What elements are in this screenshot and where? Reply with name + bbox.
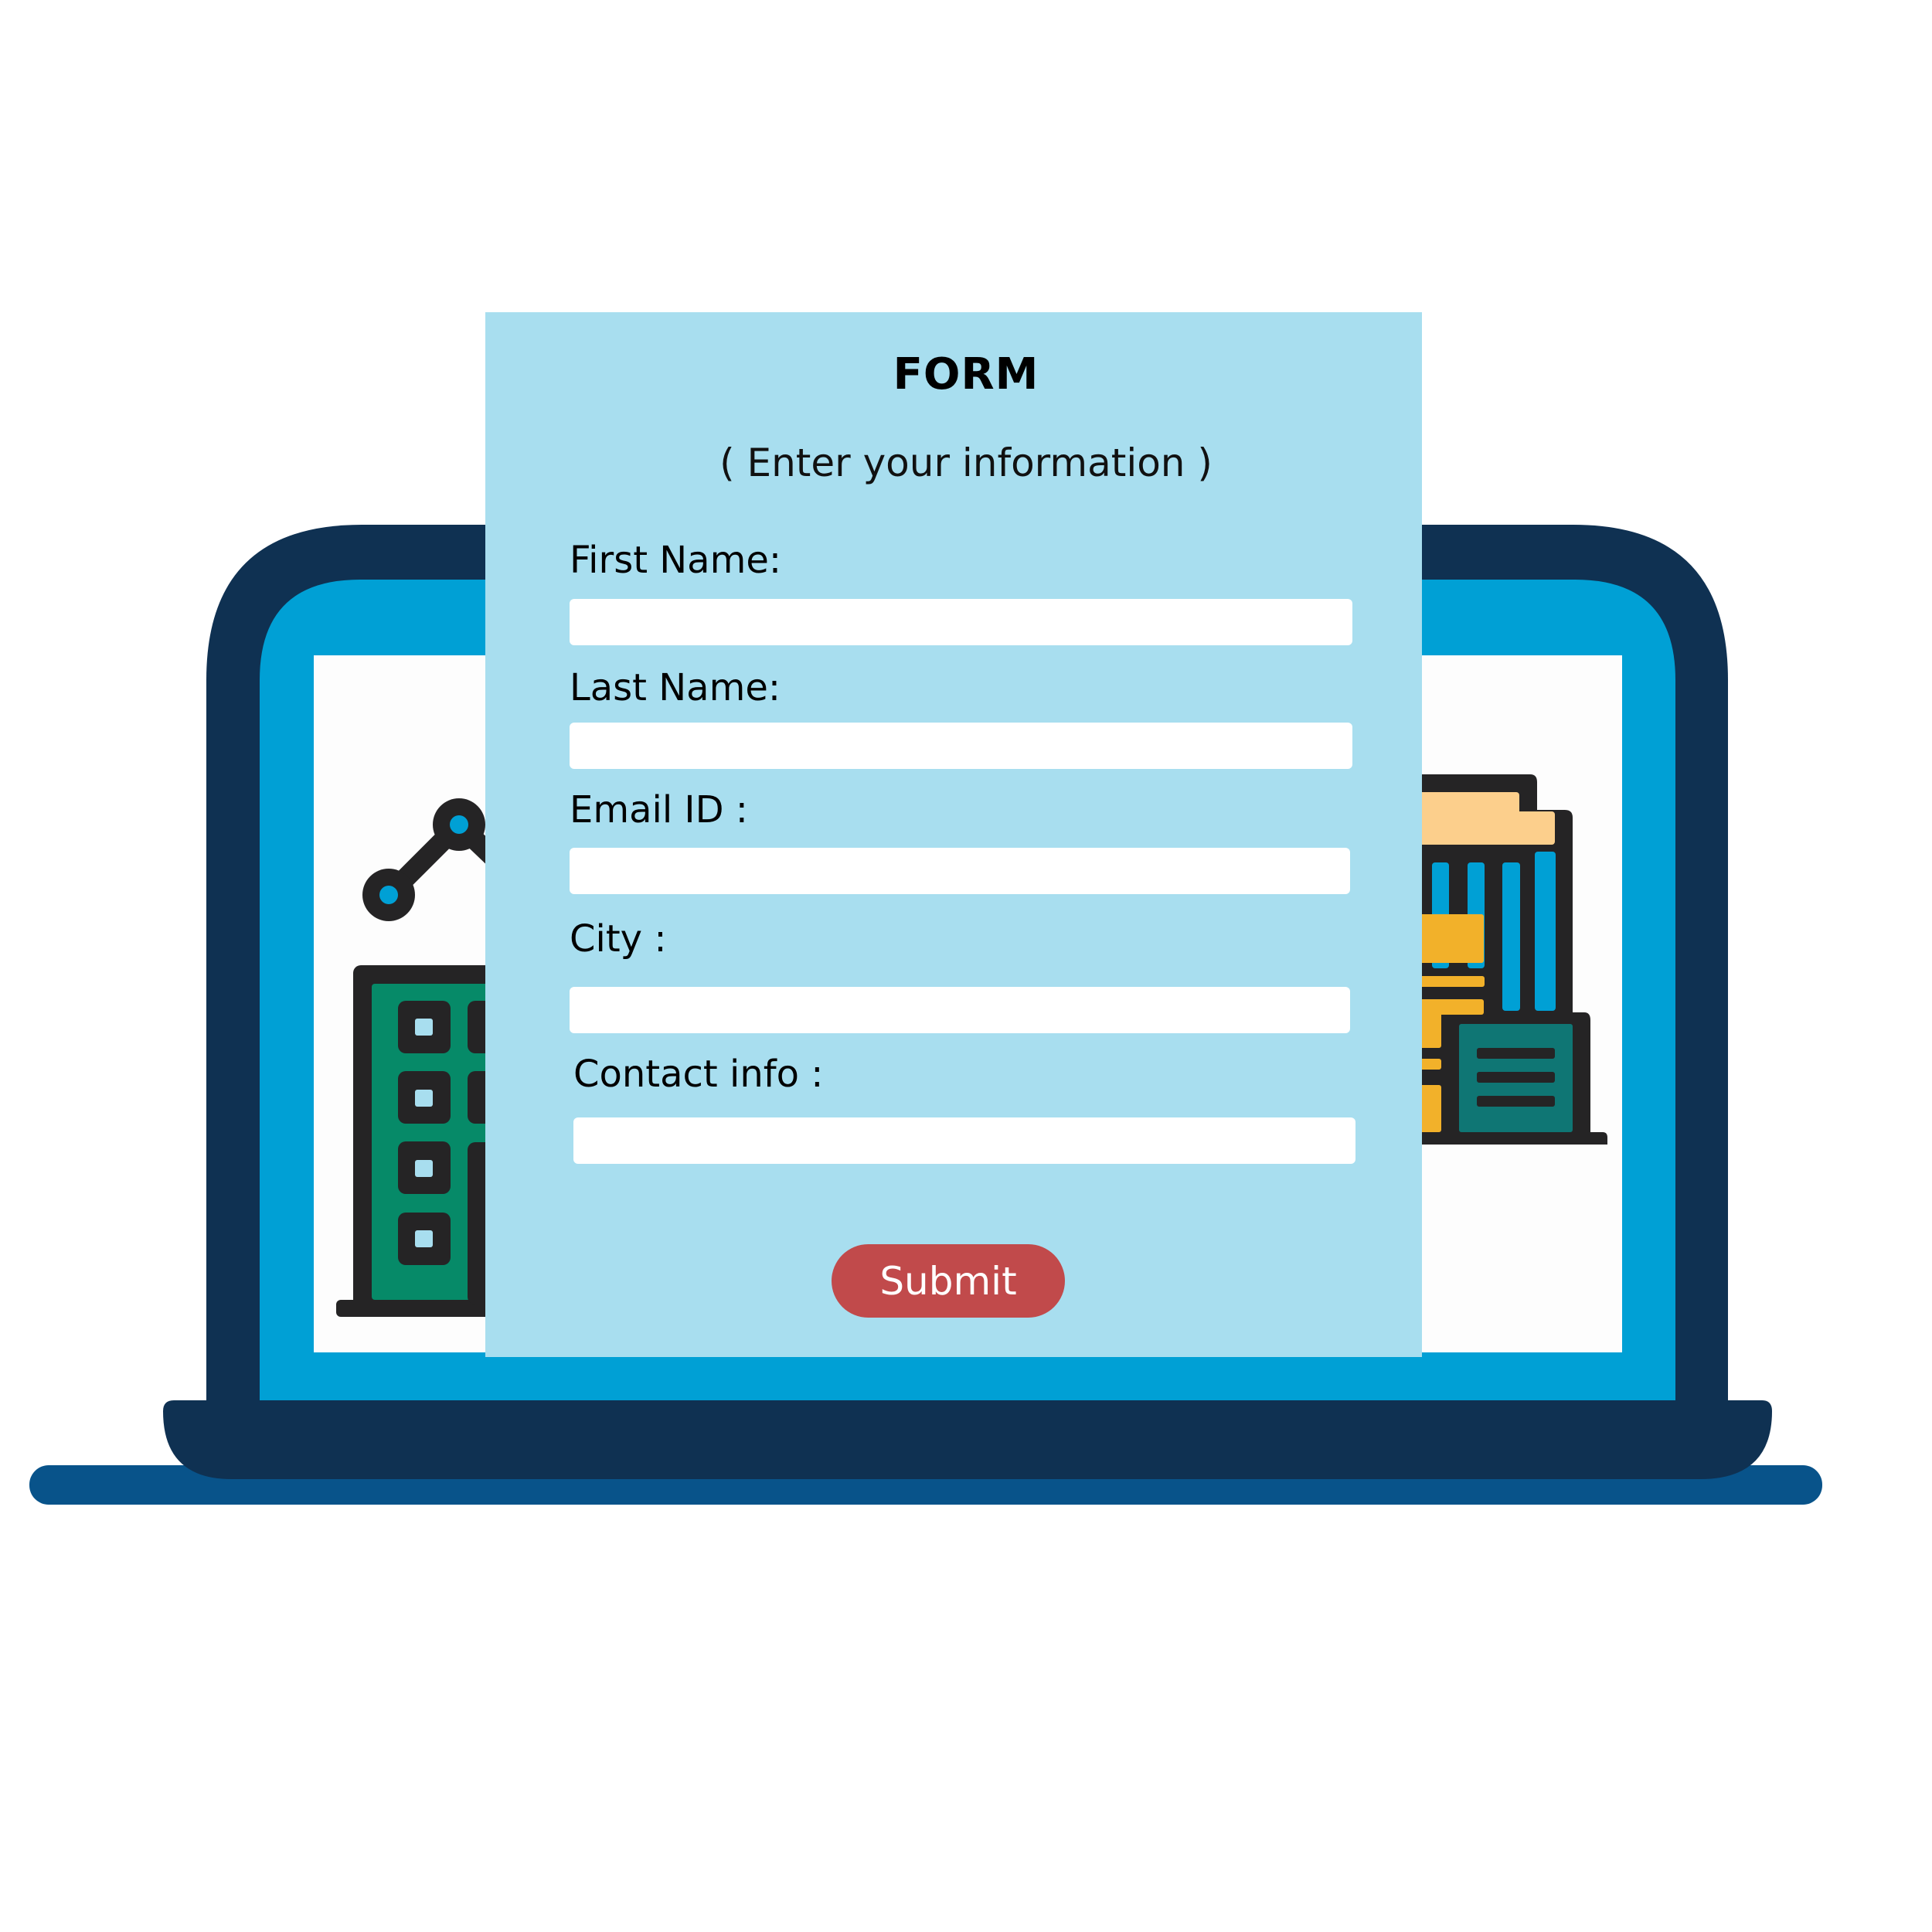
- city-label: City :: [570, 917, 667, 961]
- submit-button[interactable]: Submit: [832, 1244, 1065, 1318]
- email-id-input[interactable]: [570, 848, 1350, 894]
- city-input[interactable]: [570, 987, 1350, 1033]
- laptop-bottom-body: [163, 1400, 1772, 1479]
- form-subtitle: ( Enter your information ): [719, 440, 1213, 485]
- first-name-input[interactable]: [570, 599, 1352, 645]
- contact-info-input[interactable]: [573, 1117, 1355, 1164]
- last-name-label: Last Name:: [570, 666, 781, 709]
- first-name-label: First Name:: [570, 539, 782, 582]
- email-id-label: Email ID :: [570, 788, 748, 832]
- last-name-input[interactable]: [570, 723, 1352, 769]
- form-title: FORM: [893, 349, 1039, 400]
- contact-info-label: Contact info :: [573, 1053, 824, 1096]
